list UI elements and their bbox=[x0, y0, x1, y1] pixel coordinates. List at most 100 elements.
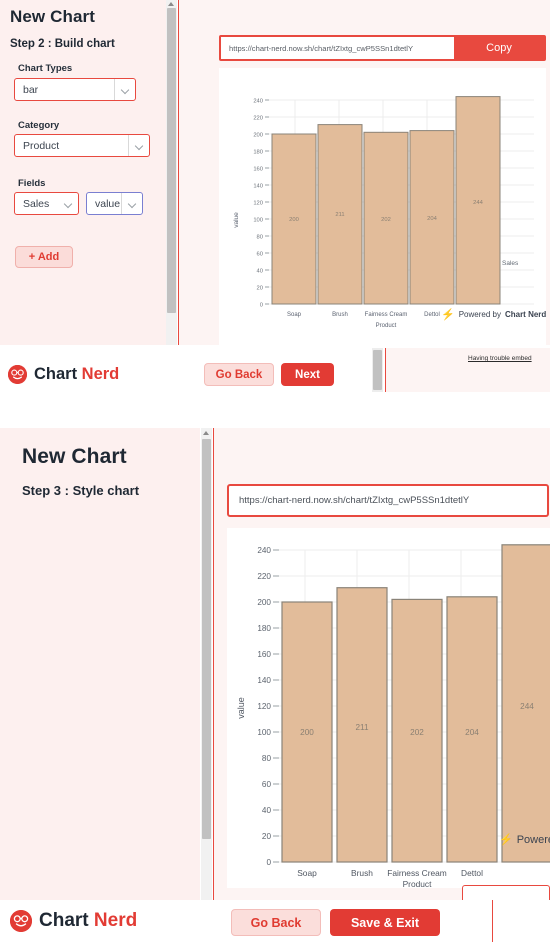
svg-text:80: 80 bbox=[257, 235, 263, 241]
bolt-icon: ⚡ bbox=[441, 309, 455, 321]
chart-ylabel-top: value bbox=[233, 212, 240, 228]
svg-text:120: 120 bbox=[257, 702, 271, 711]
svg-text:200: 200 bbox=[300, 728, 314, 737]
svg-text:Product: Product bbox=[403, 879, 433, 888]
share-url-row-bottom[interactable]: https://chart-nerd.now.sh/chart/tZIxtg_c… bbox=[227, 484, 549, 517]
category-select[interactable]: Product bbox=[14, 134, 150, 157]
svg-text:140: 140 bbox=[253, 184, 263, 190]
chart-bars-bottom bbox=[281, 544, 550, 863]
svg-text:20: 20 bbox=[257, 286, 263, 292]
svg-text:60: 60 bbox=[257, 252, 263, 258]
field-two-select[interactable]: value bbox=[86, 192, 143, 215]
svg-text:40: 40 bbox=[262, 806, 272, 815]
svg-text:240: 240 bbox=[257, 546, 271, 555]
svg-text:200: 200 bbox=[289, 217, 299, 223]
step2-page-title: New Chart bbox=[10, 7, 95, 26]
watermark-prefix: Powered by bbox=[458, 310, 501, 319]
chart-bars-top bbox=[271, 96, 501, 305]
legend-label: Sales bbox=[502, 260, 519, 267]
svg-text:244: 244 bbox=[520, 702, 534, 711]
chevron-down-icon bbox=[114, 79, 135, 100]
scrollbar-thumb[interactable] bbox=[202, 439, 211, 839]
svg-text:160: 160 bbox=[257, 650, 271, 659]
svg-text:Dettol: Dettol bbox=[461, 868, 483, 878]
svg-text:211: 211 bbox=[335, 212, 344, 218]
svg-text:40: 40 bbox=[257, 269, 263, 275]
svg-text:Dettol: Dettol bbox=[424, 312, 440, 318]
chevron-down-icon bbox=[58, 193, 78, 214]
bar-chart-svg-top: 240 220 200 180 160 140 120 100 80 60 40… bbox=[233, 96, 534, 329]
preview-scrollbar-right[interactable] bbox=[372, 348, 383, 392]
svg-text:220: 220 bbox=[253, 116, 263, 122]
chart-types-select[interactable]: bar bbox=[14, 78, 136, 101]
brand-first: Chart bbox=[39, 910, 94, 931]
svg-text:180: 180 bbox=[257, 624, 271, 633]
brand-first: Chart bbox=[34, 365, 82, 383]
field-one-select[interactable]: Sales bbox=[14, 192, 79, 215]
step3-page-title: New Chart bbox=[22, 445, 127, 468]
go-back-button-bottom[interactable]: Go Back bbox=[231, 909, 321, 936]
svg-text:60: 60 bbox=[262, 780, 272, 789]
step2-sidebar: New Chart Step 2 : Build chart Chart Typ… bbox=[0, 0, 166, 345]
svg-text:244: 244 bbox=[473, 200, 483, 206]
scroll-up-arrow-icon[interactable] bbox=[203, 431, 209, 435]
chart-nerd-logo-icon bbox=[10, 910, 32, 932]
chart-types-label: Chart Types bbox=[18, 63, 73, 74]
go-back-button-top[interactable]: Go Back bbox=[204, 363, 274, 386]
svg-text:140: 140 bbox=[257, 676, 271, 685]
share-url-value-bottom: https://chart-nerd.now.sh/chart/tZIxtg_c… bbox=[239, 495, 470, 506]
add-field-button[interactable]: + Add bbox=[15, 246, 73, 268]
scrollbar-thumb[interactable] bbox=[373, 350, 382, 390]
svg-text:Fairness Cream: Fairness Cream bbox=[387, 868, 447, 878]
svg-text:202: 202 bbox=[381, 217, 391, 223]
chevron-down-icon bbox=[128, 135, 149, 156]
chart-yaxis-top: 240 220 200 180 160 140 120 100 80 60 40… bbox=[253, 99, 269, 309]
svg-text:200: 200 bbox=[257, 598, 271, 607]
svg-text:Brush: Brush bbox=[351, 868, 373, 878]
bolt-icon: ⚡ bbox=[499, 834, 513, 846]
category-label: Category bbox=[18, 120, 60, 131]
svg-text:120: 120 bbox=[253, 201, 263, 207]
chart-nerd-logo-icon bbox=[8, 365, 27, 384]
footer-right-filler bbox=[494, 900, 550, 942]
svg-text:100: 100 bbox=[253, 218, 263, 224]
powered-by-watermark-bottom: ⚡ Powered by bbox=[499, 833, 550, 847]
chart-xaxis-top: Soap Brush Fairness Cream Dettol Product bbox=[287, 312, 440, 329]
fields-label: Fields bbox=[18, 178, 46, 189]
next-button[interactable]: Next bbox=[281, 363, 334, 386]
step2-footer-bar: Chart Nerd Go Back Next bbox=[0, 352, 372, 397]
svg-text:0: 0 bbox=[260, 303, 263, 309]
svg-text:220: 220 bbox=[257, 572, 271, 581]
watermark-brand: Chart Nerd bbox=[504, 310, 546, 319]
scrollbar-thumb[interactable] bbox=[167, 8, 176, 313]
svg-text:204: 204 bbox=[465, 728, 479, 737]
category-value: Product bbox=[23, 139, 60, 152]
preview-bottom-edge bbox=[462, 885, 550, 901]
svg-text:Soap: Soap bbox=[297, 868, 317, 878]
svg-text:204: 204 bbox=[427, 216, 437, 222]
brand-name-bottom: Chart Nerd bbox=[39, 910, 137, 932]
embed-trouble-link[interactable]: Having trouble embed bbox=[468, 355, 550, 362]
share-url-input[interactable]: https://chart-nerd.now.sh/chart/tZIxtg_c… bbox=[221, 37, 454, 59]
step2-sidebar-scrollbar[interactable] bbox=[166, 0, 177, 345]
svg-text:160: 160 bbox=[253, 167, 263, 173]
step3-footer-bar: Chart Nerd Go Back Save & Exit bbox=[0, 900, 492, 942]
step3-sidebar: New Chart Step 3 : Style chart Dark Them… bbox=[0, 428, 200, 900]
svg-text:211: 211 bbox=[355, 723, 368, 732]
svg-text:80: 80 bbox=[262, 754, 272, 763]
save-and-exit-button[interactable]: Save & Exit bbox=[330, 909, 440, 936]
chart-ylabel-bottom: value bbox=[236, 697, 246, 719]
svg-text:Soap: Soap bbox=[287, 312, 302, 318]
svg-text:240: 240 bbox=[253, 99, 263, 105]
copy-url-button[interactable]: Copy bbox=[454, 37, 544, 59]
svg-text:202: 202 bbox=[410, 728, 424, 737]
chart-types-value: bar bbox=[23, 83, 39, 96]
field-one-value: Sales bbox=[23, 197, 50, 210]
svg-text:Fairness Cream: Fairness Cream bbox=[365, 312, 408, 318]
chart-preview-bottom: 240 220 200 180 160 140 120 100 80 60 40… bbox=[227, 528, 550, 888]
watermark-prefix: Powered by bbox=[516, 833, 550, 846]
app-screen: New Chart Step 2 : Build chart Chart Typ… bbox=[0, 0, 550, 942]
step3-sidebar-scrollbar[interactable] bbox=[201, 428, 212, 900]
scroll-up-arrow-icon[interactable] bbox=[168, 2, 174, 6]
chart-legend-top: Sales bbox=[484, 258, 518, 269]
